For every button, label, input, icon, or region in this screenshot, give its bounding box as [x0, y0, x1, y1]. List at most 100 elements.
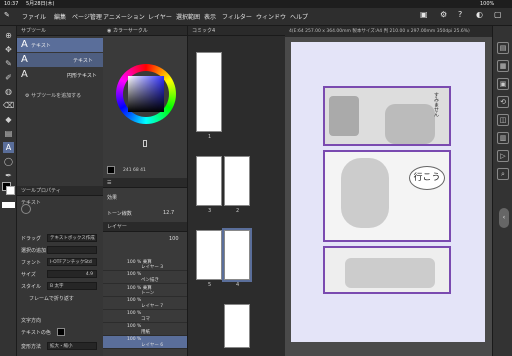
- menu-page[interactable]: ページ管理: [72, 12, 102, 21]
- character-face-illustration: [341, 158, 389, 228]
- add-subtool-button[interactable]: ⚙ サブツールを追加する: [25, 92, 81, 99]
- menu-view[interactable]: 表示: [204, 12, 216, 21]
- balloon-tool-icon[interactable]: ◯: [3, 156, 14, 167]
- saturation-square[interactable]: [128, 76, 164, 112]
- page-thumb-1[interactable]: [196, 52, 222, 132]
- page-thumb-3[interactable]: [196, 156, 222, 206]
- subtool-item-label: テキスト: [73, 58, 93, 64]
- prop-style[interactable]: スタイル B 太字: [17, 280, 103, 292]
- hue-marker[interactable]: [143, 140, 147, 147]
- status-battery: 100%: [480, 1, 495, 7]
- current-color-swatch[interactable]: [107, 166, 115, 174]
- prop-drag[interactable]: ドラッグ テキストボックス作成: [17, 232, 103, 244]
- tool-property-panel: ツールプロパティ テキスト ドラッグ テキストボックス作成 選択の追加 フォント I…: [17, 186, 103, 356]
- subtool-panel: サブツール A テキスト A テキスト A 円形テキスト ⚙ サブツールを追加す…: [17, 26, 103, 186]
- menu-bar: ✎ ファイル 編集 ページ管理 アニメーション レイヤー 選択範囲 表示 フィル…: [0, 8, 512, 26]
- hands-illustration: [329, 96, 359, 136]
- speech-bubble-1: すみません: [433, 92, 439, 117]
- page-thumb-2[interactable]: [224, 156, 250, 206]
- layer-header: レイヤー: [103, 222, 187, 232]
- app-logo-icon[interactable]: ✎: [4, 11, 10, 19]
- status-time: 10:37: [4, 1, 19, 7]
- brush-tool-icon[interactable]: ✐: [3, 72, 14, 83]
- layer-row[interactable]: 100 % コマ: [103, 310, 187, 323]
- color-wheel-icon: ◉: [107, 28, 112, 34]
- page-thumb-4[interactable]: [224, 230, 250, 280]
- layer-row[interactable]: 100 % レイヤー 7: [103, 297, 187, 310]
- material-panel-icon[interactable]: ▦: [497, 60, 509, 72]
- menu-filter[interactable]: フィルター: [222, 12, 252, 21]
- tone-value[interactable]: 12.7: [163, 210, 174, 216]
- transparent-swatch[interactable]: [2, 202, 15, 208]
- eyedropper-tool-icon[interactable]: ✒: [3, 170, 14, 181]
- pen-tool-icon[interactable]: ✎: [3, 58, 14, 69]
- color-history-icon[interactable]: ▥: [497, 132, 509, 144]
- menu-animation[interactable]: アニメーション: [103, 12, 145, 21]
- zoom-tool-icon[interactable]: ⊕: [3, 30, 14, 41]
- prop-direction[interactable]: 文字方向: [17, 314, 103, 326]
- text-tool-icon[interactable]: A: [3, 142, 14, 153]
- prop-frame-wrap[interactable]: フレームで折り返す: [17, 292, 103, 304]
- help-icon[interactable]: ?: [458, 10, 462, 19]
- layer-panel: ☰ 効果 トーン線数 12.7 レイヤー 100 100 % 乗算 レイヤー 3 …: [103, 178, 187, 356]
- menu-layer[interactable]: レイヤー: [148, 12, 172, 21]
- page-thumb-6[interactable]: [224, 304, 250, 348]
- color-set-icon[interactable]: ◫: [497, 114, 509, 126]
- history-icon[interactable]: ⟲: [497, 96, 509, 108]
- prop-selection[interactable]: 選択の追加: [17, 244, 103, 256]
- page-thumb-5[interactable]: [196, 230, 222, 280]
- navigator-icon[interactable]: ▣: [497, 78, 509, 90]
- right-icon-strip: ▤ ▦ ▣ ⟲ ◫ ▥ ▷ ⌕ ‹: [492, 26, 512, 356]
- layer-row[interactable]: 100 % 用紙: [103, 323, 187, 336]
- page-panel-header: コミック4: [188, 26, 286, 36]
- sub-color-swatch[interactable]: [6, 186, 15, 195]
- auto-actions-icon[interactable]: ▷: [497, 150, 509, 162]
- text-icon: A: [21, 54, 28, 65]
- page-number: 2: [236, 208, 240, 214]
- layer-row[interactable]: 100 % ペン描き: [103, 271, 187, 284]
- fill-tool-icon[interactable]: ◆: [3, 114, 14, 125]
- subtool-item-circle-text[interactable]: A 円形テキスト: [17, 68, 103, 82]
- airbrush-tool-icon[interactable]: ◍: [3, 86, 14, 97]
- prop-size[interactable]: サイズ 4.9: [17, 268, 103, 280]
- prop-transform[interactable]: 変形方法 拡大・縮小: [17, 340, 103, 352]
- prop-text-color[interactable]: テキストの色: [17, 326, 103, 338]
- panel-3[interactable]: [323, 246, 451, 294]
- layer-row[interactable]: 100 % 乗算 レイヤー 3: [103, 258, 187, 271]
- page-number: 5: [208, 282, 212, 288]
- layer-opacity[interactable]: 100: [169, 236, 179, 242]
- text-icon: A: [21, 39, 28, 50]
- gear-icon: ⚙: [25, 93, 30, 99]
- color-wheel[interactable]: [116, 64, 176, 124]
- layer-row[interactable]: 100 % 乗算 トーン: [103, 284, 187, 297]
- subtool-item-text-2[interactable]: A テキスト: [17, 53, 103, 67]
- tool-strip: ⊕ ✥ ✎ ✐ ◍ ⌫ ◆ ▤ A ◯ ✒: [0, 26, 17, 356]
- modifier-key-icon[interactable]: ◐: [476, 10, 483, 19]
- panel-2[interactable]: 行こう: [323, 150, 451, 242]
- manga-page[interactable]: すみません 行こう: [291, 42, 485, 342]
- menu-help[interactable]: ヘルプ: [290, 12, 308, 21]
- subtool-item-text-1[interactable]: A テキスト: [17, 38, 103, 52]
- menu-window[interactable]: ウィンドウ: [256, 12, 286, 21]
- menu-selection[interactable]: 選択範囲: [176, 12, 200, 21]
- menu-edit[interactable]: 編集: [54, 12, 66, 21]
- page-number: 4: [236, 282, 240, 288]
- settings-icon[interactable]: ⚙: [440, 10, 447, 19]
- prop-font[interactable]: フォント I-OTFアンチックStd: [17, 256, 103, 268]
- gradient-tool-icon[interactable]: ▤: [3, 128, 14, 139]
- subtool-item-label: 円形テキスト: [67, 73, 97, 79]
- search-icon[interactable]: ⌕: [497, 168, 509, 180]
- panel-collapse-handle[interactable]: ‹: [499, 208, 509, 228]
- quick-access-icon[interactable]: ▣: [420, 10, 428, 19]
- effect-label: 効果: [107, 195, 118, 201]
- move-tool-icon[interactable]: ✥: [3, 44, 14, 55]
- menu-file[interactable]: ファイル: [22, 12, 46, 21]
- panel-1[interactable]: すみません: [323, 86, 451, 146]
- close-panel-icon[interactable]: ▢: [494, 10, 502, 19]
- text-color-swatch[interactable]: [57, 328, 65, 336]
- layer-row-selected[interactable]: 100 % レイヤー 6: [103, 336, 187, 349]
- subtool-item-label: テキスト: [31, 43, 51, 49]
- layer-panel-icon[interactable]: ▤: [497, 42, 509, 54]
- canvas-tab[interactable]: 4(E:64 257.00 x 364.00mm 製本サイズ:A4 判 210.…: [285, 26, 492, 37]
- eraser-tool-icon[interactable]: ⌫: [3, 100, 14, 111]
